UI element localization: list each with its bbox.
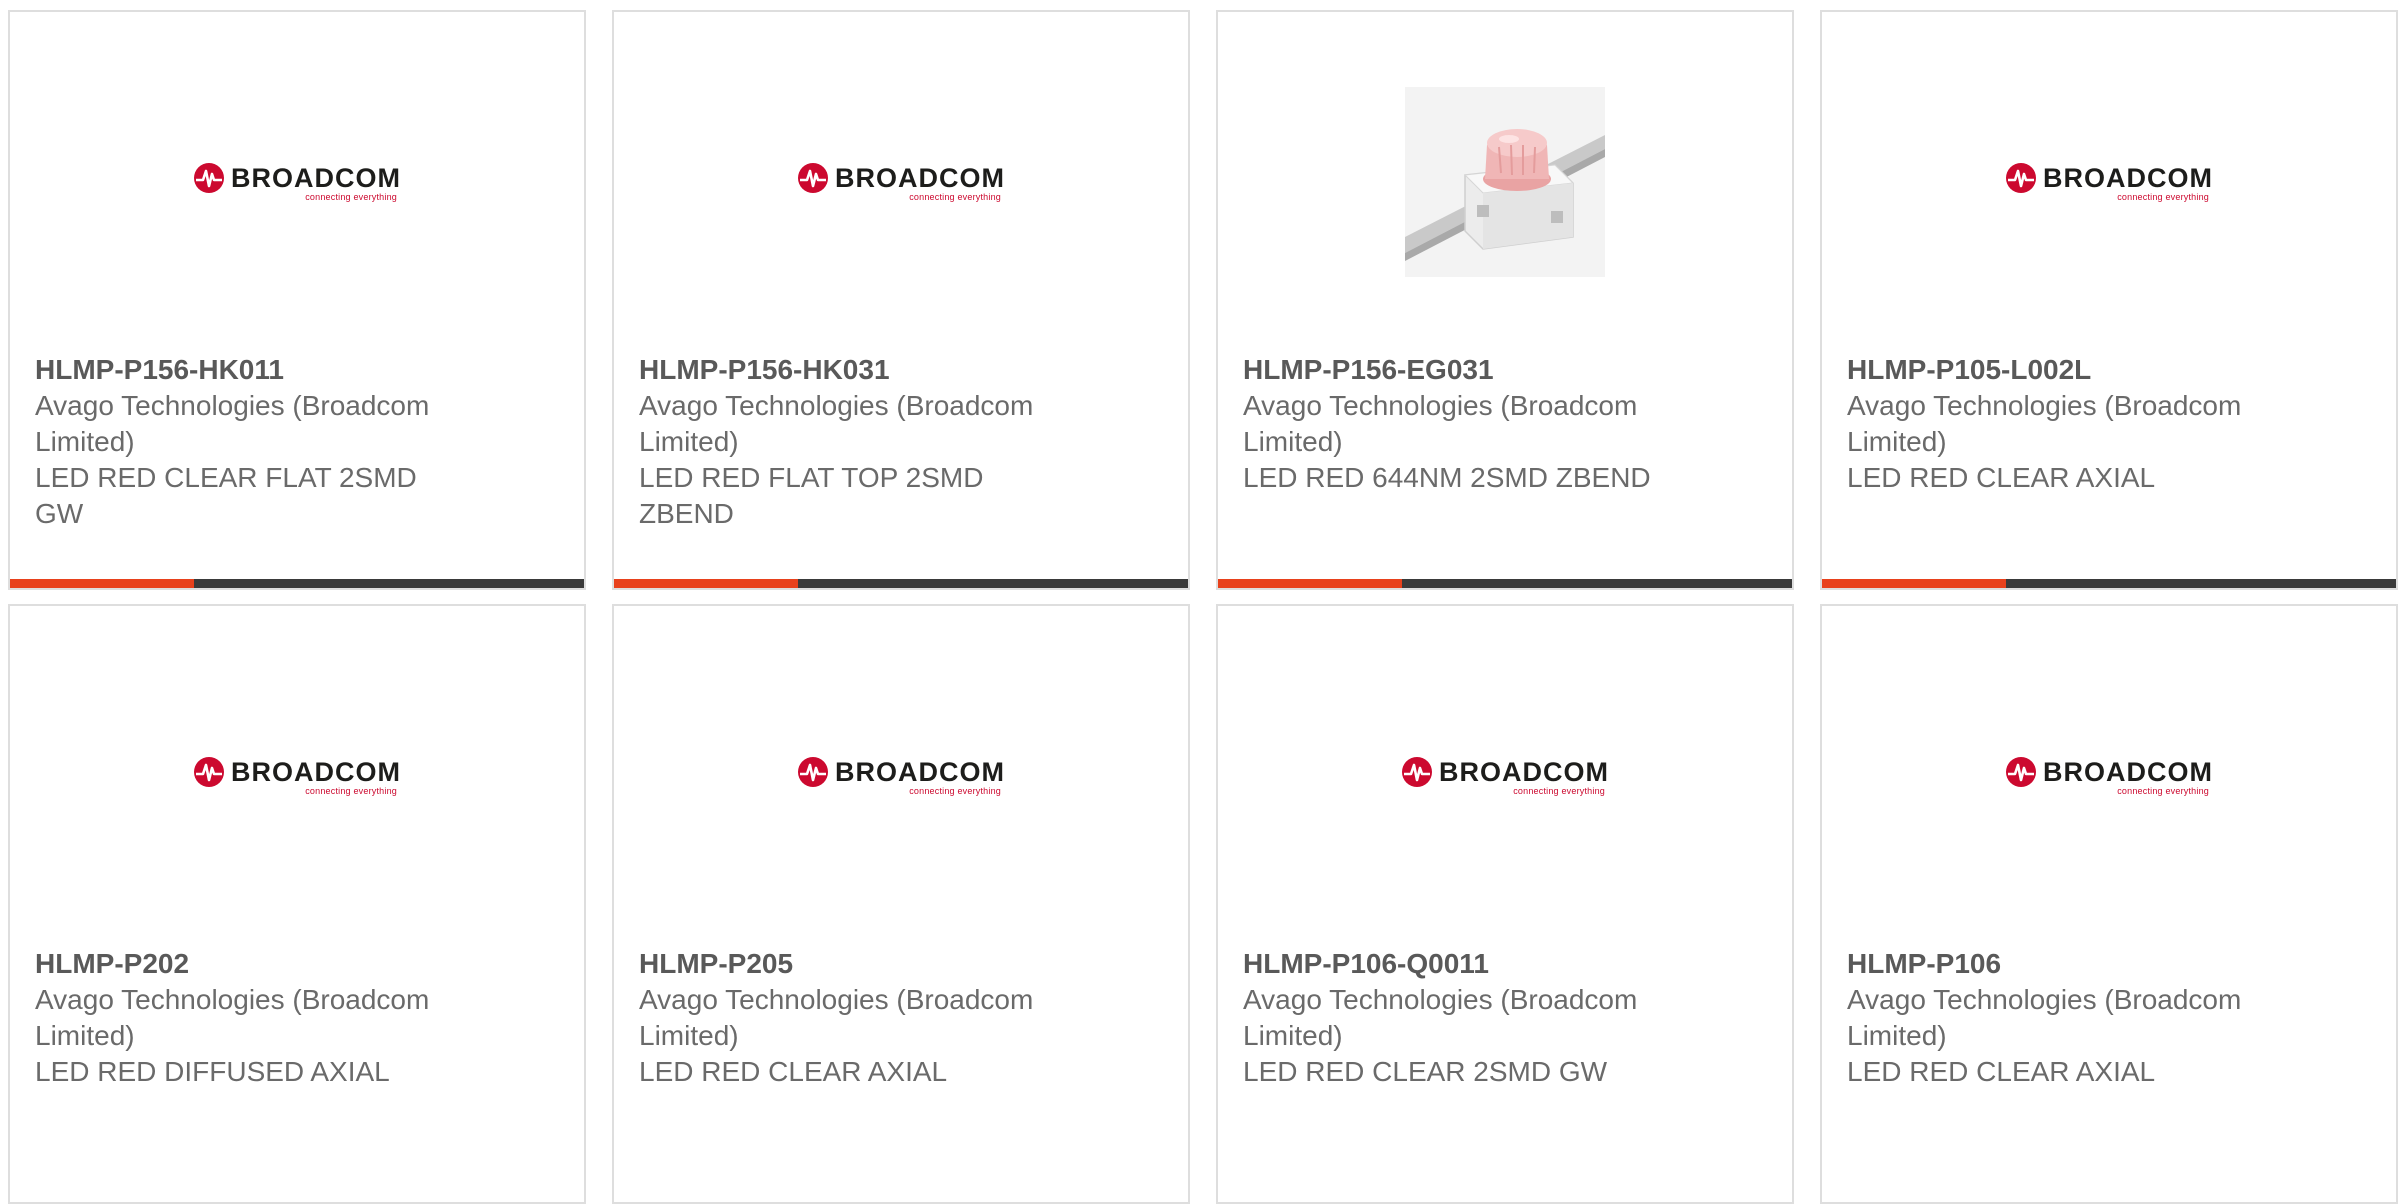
broadcom-tagline: connecting everything <box>305 786 397 796</box>
broadcom-logo: BROADCOM connecting everything <box>797 162 1005 202</box>
product-info: HLMP-P156-HK011 Avago Technologies (Broa… <box>35 352 455 532</box>
broadcom-wordmark: BROADCOM <box>231 162 401 193</box>
broadcom-pulse-icon <box>1402 757 1432 787</box>
broadcom-wordmark: BROADCOM <box>1439 756 1609 787</box>
product-image[interactable]: BROADCOM connecting everything <box>10 82 584 282</box>
broadcom-wordmark: BROADCOM <box>2043 756 2213 787</box>
broadcom-tagline: connecting everything <box>1513 786 1605 796</box>
broadcom-wordmark: BROADCOM <box>2043 162 2213 193</box>
product-info: HLMP-P205 Avago Technologies (Broadcom L… <box>639 946 1059 1090</box>
manufacturer-name: Avago Technologies (Broadcom Limited) <box>35 390 430 457</box>
part-number-link[interactable]: HLMP-P106 <box>1847 946 2267 982</box>
broadcom-pulse-icon <box>798 163 828 193</box>
part-number-link[interactable]: HLMP-P202 <box>35 946 455 982</box>
product-card[interactable]: BROADCOM connecting everything HLMP-P105… <box>1820 10 2398 590</box>
product-info: HLMP-P156-HK031 Avago Technologies (Broa… <box>639 352 1059 532</box>
product-card[interactable]: BROADCOM connecting everything HLMP-P205… <box>612 604 1190 1204</box>
product-card[interactable]: HLMP-P156-EG031 Avago Technologies (Broa… <box>1216 10 1794 590</box>
manufacturer-name: Avago Technologies (Broadcom Limited) <box>1847 984 2242 1051</box>
product-description: LED RED DIFFUSED AXIAL <box>35 1056 390 1087</box>
broadcom-pulse-icon <box>2006 757 2036 787</box>
product-description: LED RED FLAT TOP 2SMD ZBEND <box>639 462 984 529</box>
product-image[interactable]: BROADCOM connecting everything <box>1822 676 2396 876</box>
broadcom-wordmark: BROADCOM <box>231 756 401 787</box>
card-progress-fill <box>1822 579 2006 588</box>
product-image[interactable]: BROADCOM connecting everything <box>614 676 1188 876</box>
product-description: LED RED CLEAR FLAT 2SMD GW <box>35 462 417 529</box>
broadcom-logo: BROADCOM connecting everything <box>797 756 1005 796</box>
part-number-link[interactable]: HLMP-P156-HK031 <box>639 352 1059 388</box>
broadcom-tagline: connecting everything <box>2117 786 2209 796</box>
card-progress-bar <box>10 579 584 588</box>
manufacturer-name: Avago Technologies (Broadcom Limited) <box>639 984 1034 1051</box>
product-description: LED RED CLEAR AXIAL <box>639 1056 948 1087</box>
card-progress-bar <box>1218 579 1792 588</box>
manufacturer-name: Avago Technologies (Broadcom Limited) <box>35 984 430 1051</box>
product-image[interactable] <box>1218 82 1792 282</box>
part-number-link[interactable]: HLMP-P156-EG031 <box>1243 352 1663 388</box>
product-image[interactable]: BROADCOM connecting everything <box>1822 82 2396 282</box>
product-card[interactable]: BROADCOM connecting everything HLMP-P106… <box>1820 604 2398 1204</box>
card-progress-fill <box>1218 579 1402 588</box>
product-info: HLMP-P105-L002L Avago Technologies (Broa… <box>1847 352 2267 496</box>
part-number-link[interactable]: HLMP-P106-Q0011 <box>1243 946 1663 982</box>
broadcom-logo: BROADCOM connecting everything <box>193 162 401 202</box>
manufacturer-name: Avago Technologies (Broadcom Limited) <box>1243 984 1638 1051</box>
broadcom-logo: BROADCOM connecting everything <box>2005 756 2213 796</box>
led-product-photo <box>1405 87 1605 277</box>
product-description: LED RED CLEAR AXIAL <box>1847 462 2156 493</box>
product-card[interactable]: BROADCOM connecting everything HLMP-P156… <box>8 10 586 590</box>
part-number-link[interactable]: HLMP-P156-HK011 <box>35 352 455 388</box>
product-info: HLMP-P156-EG031 Avago Technologies (Broa… <box>1243 352 1663 496</box>
card-progress-bar <box>614 579 1188 588</box>
broadcom-tagline: connecting everything <box>2117 192 2209 202</box>
manufacturer-name: Avago Technologies (Broadcom Limited) <box>1847 390 2242 457</box>
product-card[interactable]: BROADCOM connecting everything HLMP-P106… <box>1216 604 1794 1204</box>
broadcom-pulse-icon <box>194 163 224 193</box>
broadcom-wordmark: BROADCOM <box>835 756 1005 787</box>
broadcom-tagline: connecting everything <box>909 192 1001 202</box>
product-image[interactable]: BROADCOM connecting everything <box>10 676 584 876</box>
card-progress-fill <box>614 579 798 588</box>
broadcom-pulse-icon <box>798 757 828 787</box>
product-info: HLMP-P106-Q0011 Avago Technologies (Broa… <box>1243 946 1663 1090</box>
product-grid: BROADCOM connecting everything HLMP-P156… <box>8 10 2400 1204</box>
broadcom-wordmark: BROADCOM <box>835 162 1005 193</box>
manufacturer-name: Avago Technologies (Broadcom Limited) <box>639 390 1034 457</box>
part-number-link[interactable]: HLMP-P105-L002L <box>1847 352 2267 388</box>
product-info: HLMP-P106 Avago Technologies (Broadcom L… <box>1847 946 2267 1090</box>
product-card[interactable]: BROADCOM connecting everything HLMP-P202… <box>8 604 586 1204</box>
product-image[interactable]: BROADCOM connecting everything <box>614 82 1188 282</box>
card-progress-bar <box>1822 579 2396 588</box>
broadcom-pulse-icon <box>2006 163 2036 193</box>
product-description: LED RED CLEAR AXIAL <box>1847 1056 2156 1087</box>
broadcom-logo: BROADCOM connecting everything <box>193 756 401 796</box>
broadcom-tagline: connecting everything <box>305 192 397 202</box>
product-card[interactable]: BROADCOM connecting everything HLMP-P156… <box>612 10 1190 590</box>
product-info: HLMP-P202 Avago Technologies (Broadcom L… <box>35 946 455 1090</box>
card-progress-fill <box>10 579 194 588</box>
product-image[interactable]: BROADCOM connecting everything <box>1218 676 1792 876</box>
broadcom-pulse-icon <box>194 757 224 787</box>
broadcom-tagline: connecting everything <box>909 786 1001 796</box>
product-description: LED RED 644NM 2SMD ZBEND <box>1243 462 1651 493</box>
product-description: LED RED CLEAR 2SMD GW <box>1243 1056 1608 1087</box>
manufacturer-name: Avago Technologies (Broadcom Limited) <box>1243 390 1638 457</box>
broadcom-logo: BROADCOM connecting everything <box>1401 756 1609 796</box>
broadcom-logo: BROADCOM connecting everything <box>2005 162 2213 202</box>
part-number-link[interactable]: HLMP-P205 <box>639 946 1059 982</box>
